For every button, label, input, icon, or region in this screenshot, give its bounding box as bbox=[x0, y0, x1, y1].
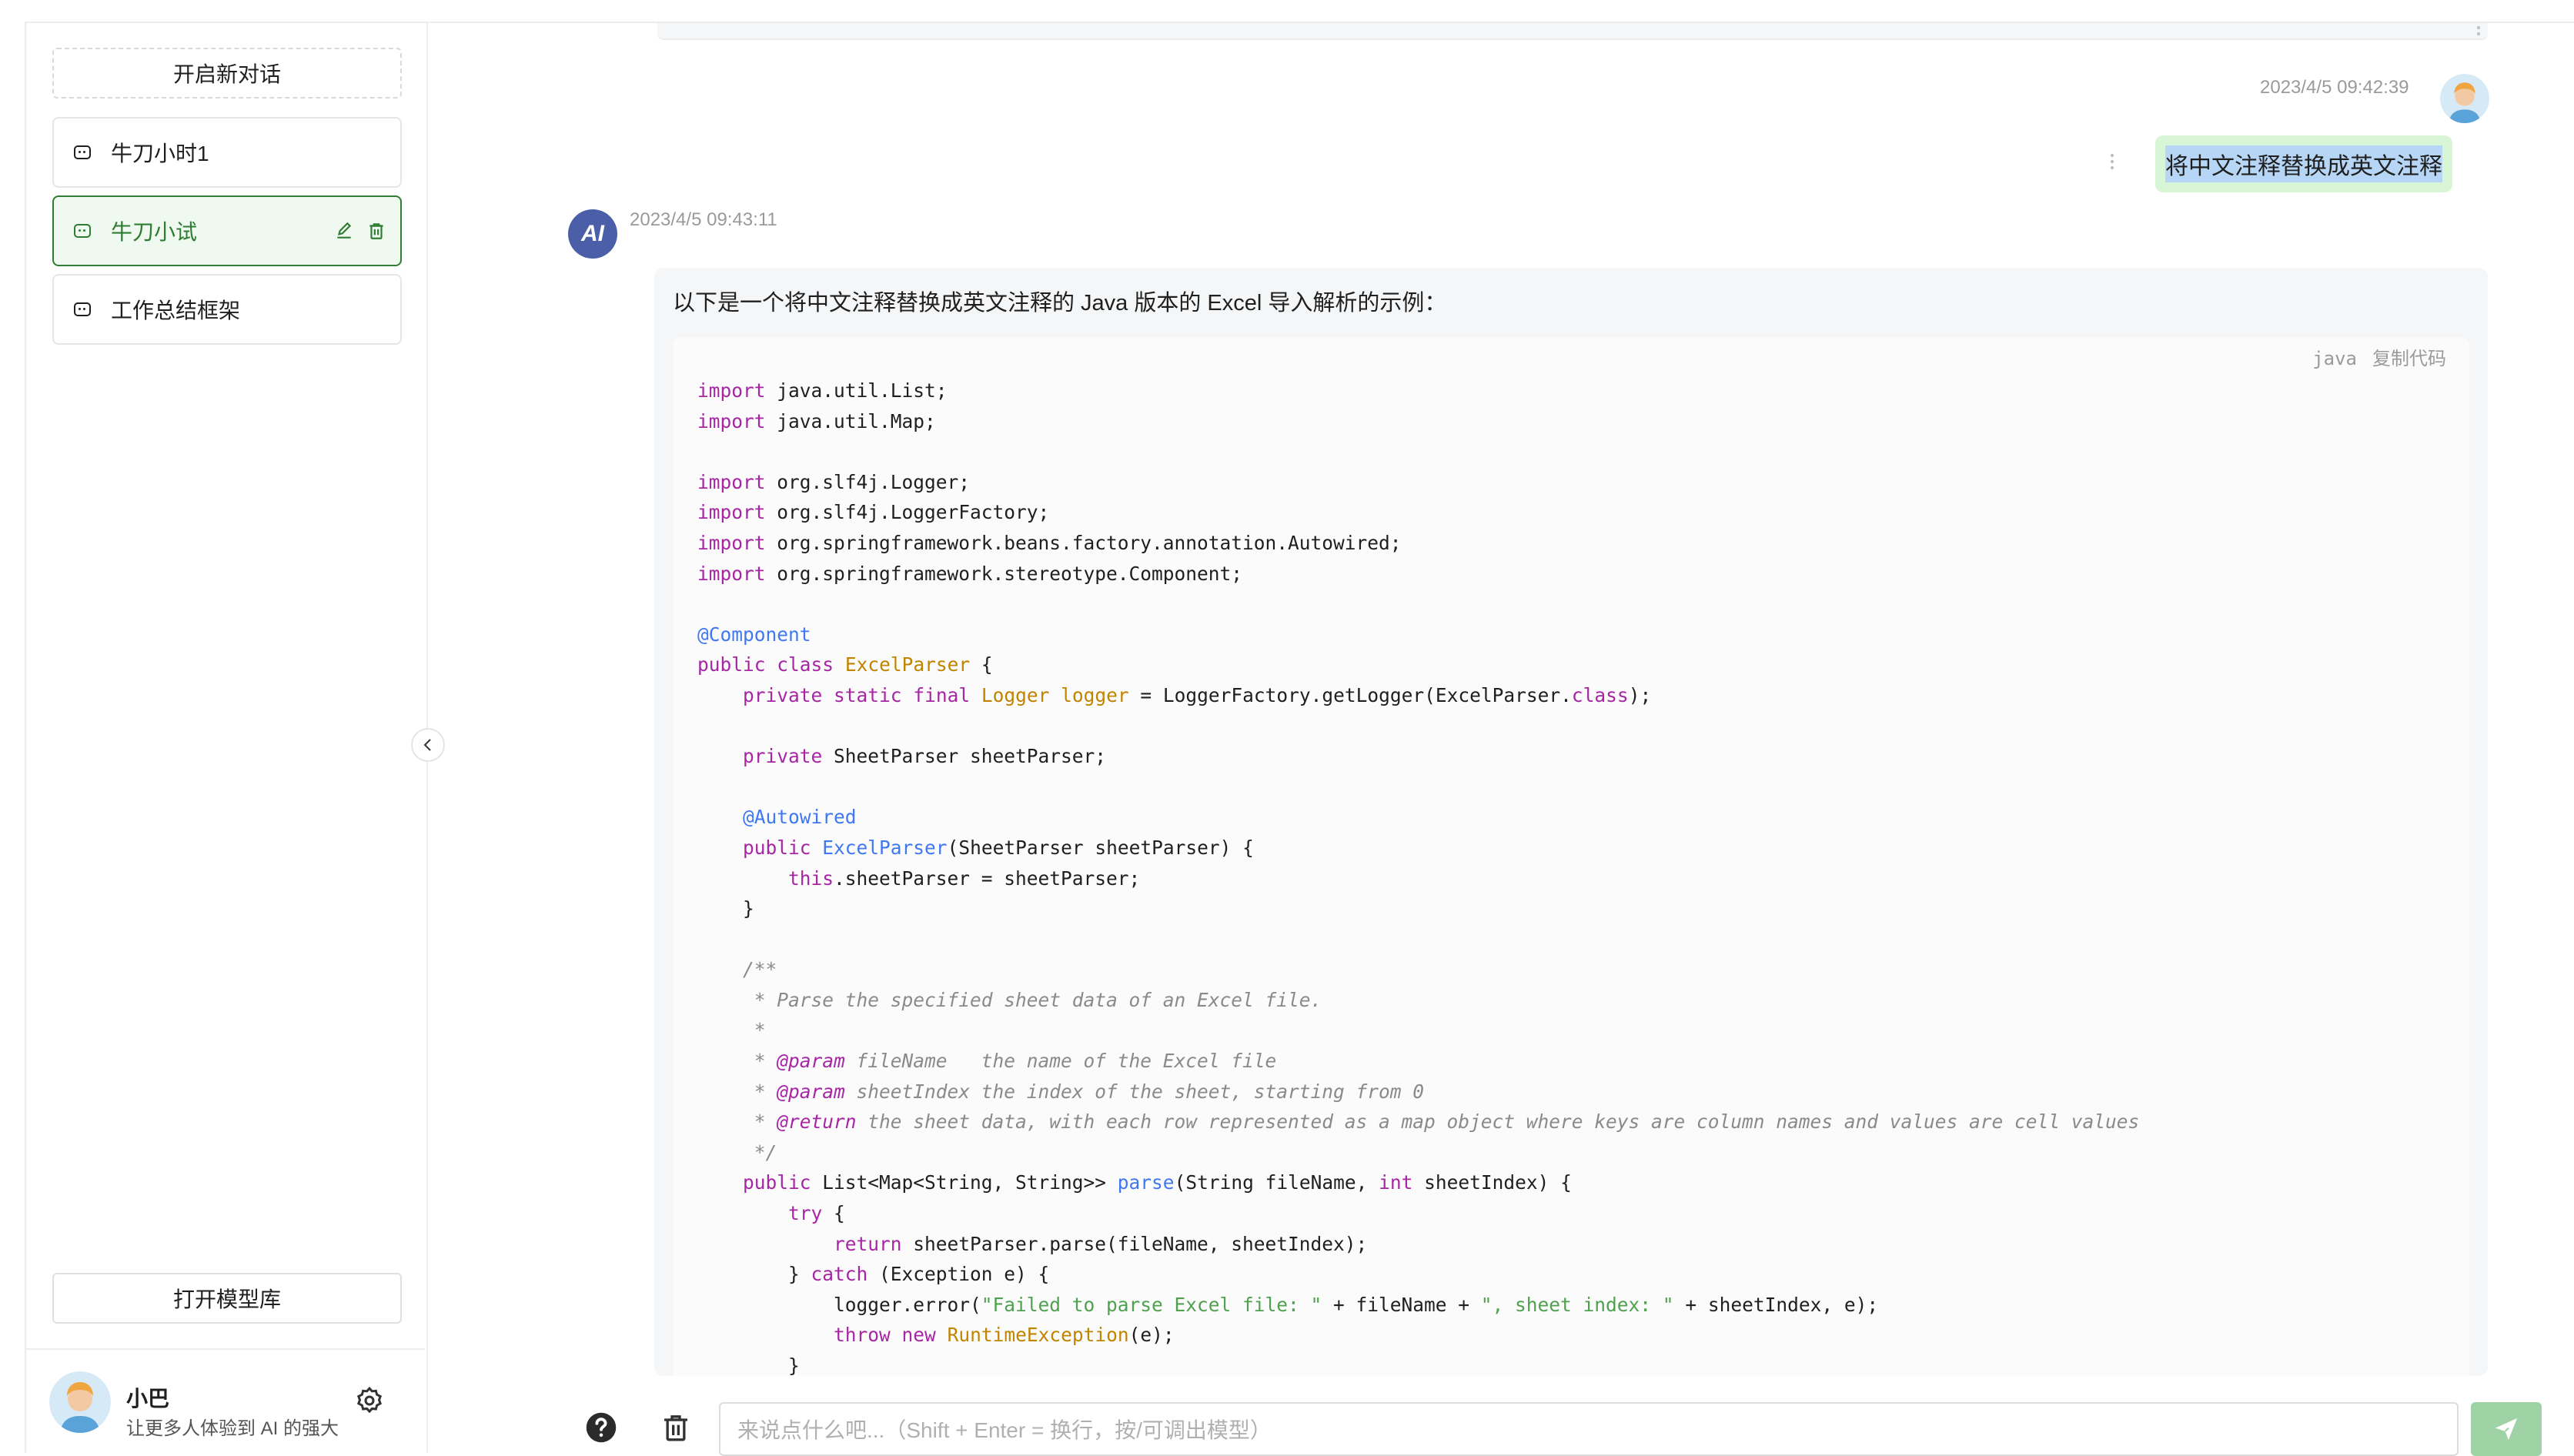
copy-code-button[interactable]: 复制代码 bbox=[2372, 349, 2446, 369]
sidebar: 开启新对话 牛刀小时1 牛刀小试 工作总结框架 打开模型库 小巴 让更多人体验到… bbox=[26, 23, 428, 1453]
session-label: 牛刀小时1 bbox=[111, 142, 209, 165]
code-content: import java.util.List; import java.util.… bbox=[697, 379, 2140, 1376]
ai-message-intro: 以下是一个将中文注释替换成英文注释的 Java 版本的 Excel 导入解析的示… bbox=[673, 291, 1447, 316]
user-message-time: 2023/4/5 09:42:39 bbox=[2260, 77, 2409, 98]
chevron-left-icon bbox=[423, 739, 431, 751]
code-language: java bbox=[2312, 348, 2357, 369]
message-more-icon[interactable] bbox=[2111, 154, 2115, 169]
new-chat-button[interactable]: 开启新对话 bbox=[52, 48, 402, 99]
user-message-bubble: 将中文注释替换成英文注释 bbox=[2155, 135, 2452, 192]
ai-avatar-text: AI bbox=[581, 221, 604, 246]
clear-history-trash-icon[interactable] bbox=[660, 1411, 691, 1444]
session-label: 工作总结框架 bbox=[111, 299, 241, 322]
code-block: java 复制代码 import java.util.List; import j… bbox=[673, 337, 2469, 1376]
session-item-active[interactable]: 牛刀小试 bbox=[52, 195, 402, 266]
edit-icon[interactable] bbox=[334, 221, 354, 241]
user-description: 让更多人体验到 AI 的强大 bbox=[126, 1418, 339, 1439]
chat-bubble-icon bbox=[74, 224, 91, 238]
user-message-avatar bbox=[2440, 74, 2489, 123]
user-profile: 小巴 让更多人体验到 AI 的强大 bbox=[26, 1348, 425, 1454]
chat-bubble-icon bbox=[74, 145, 91, 159]
open-model-library-button[interactable]: 打开模型库 bbox=[52, 1273, 402, 1324]
previous-message-card bbox=[657, 23, 2488, 40]
session-item[interactable]: 牛刀小时1 bbox=[52, 117, 402, 188]
send-button[interactable] bbox=[2471, 1402, 2542, 1456]
send-icon bbox=[2495, 1418, 2518, 1441]
question-icon[interactable] bbox=[585, 1411, 617, 1444]
chat-bubble-icon bbox=[74, 302, 91, 316]
ai-message-card: 以下是一个将中文注释替换成英文注释的 Java 版本的 Excel 导入解析的示… bbox=[654, 268, 2488, 1376]
session-item[interactable]: 工作总结框架 bbox=[52, 274, 402, 345]
gear-icon[interactable] bbox=[354, 1385, 385, 1416]
session-label: 牛刀小试 bbox=[111, 220, 198, 244]
user-message-text: 将中文注释替换成英文注释 bbox=[2165, 145, 2442, 182]
user-name: 小巴 bbox=[126, 1387, 170, 1411]
code-block-header: java 复制代码 bbox=[2312, 343, 2446, 370]
message-more-icon[interactable] bbox=[2477, 26, 2482, 35]
collapse-sidebar-button[interactable] bbox=[411, 728, 445, 762]
message-input[interactable]: 来说点什么吧...（Shift + Enter = 换行，按/可调出模型） bbox=[719, 1402, 2459, 1456]
user-avatar[interactable] bbox=[49, 1371, 111, 1433]
trash-icon[interactable] bbox=[366, 221, 386, 241]
ai-avatar: AI bbox=[568, 209, 617, 259]
app-window: 开启新对话 牛刀小时1 牛刀小试 工作总结框架 打开模型库 小巴 让更多人体验到… bbox=[25, 22, 2574, 1456]
ai-message-time: 2023/4/5 09:43:11 bbox=[630, 209, 777, 230]
